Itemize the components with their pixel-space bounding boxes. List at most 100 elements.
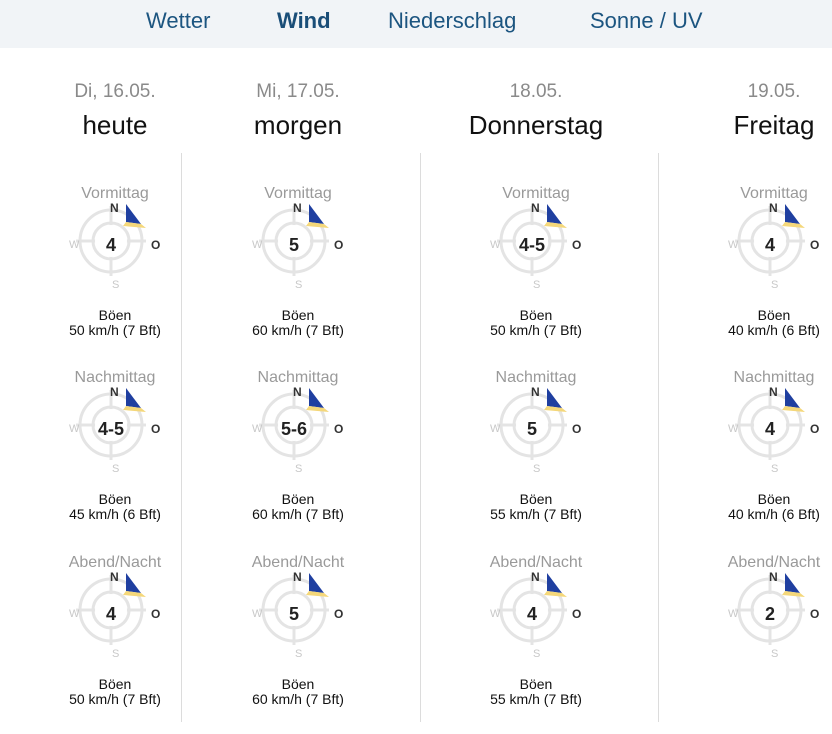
compass-north-label: N xyxy=(769,385,778,399)
day-date: 19.05. xyxy=(747,81,801,102)
period-forecast: Nachmittag N O W S 4 Böen 40 km/h (6 Bft… xyxy=(655,369,832,549)
gust-info: Böen 60 km/h (7 Bft) xyxy=(179,677,417,707)
compass-north-label: N xyxy=(110,570,119,584)
compass-east-label: O xyxy=(151,607,161,621)
compass-south-label: S xyxy=(771,463,779,475)
compass-north-label: N xyxy=(531,385,540,399)
compass-east-label: O xyxy=(151,238,161,252)
compass-north-label: N xyxy=(110,201,119,215)
wind-compass: N O W S 4 xyxy=(69,570,161,660)
compass-south-label: S xyxy=(112,279,120,291)
compass-north-label: N xyxy=(769,201,778,215)
gust-info: Böen 60 km/h (7 Bft) xyxy=(179,308,417,338)
gust-label: Böen xyxy=(757,491,791,507)
compass-south-label: S xyxy=(771,279,779,291)
gust-value: 40 km/h (6 Bft) xyxy=(728,322,820,338)
gust-label: Böen xyxy=(519,307,553,323)
wind-direction-arrow-icon xyxy=(782,573,805,597)
compass-east-label: O xyxy=(334,238,344,252)
gust-value: 60 km/h (7 Bft) xyxy=(252,691,344,707)
gust-value: 60 km/h (7 Bft) xyxy=(252,506,344,522)
compass-north-label: N xyxy=(110,385,119,399)
period-forecast: Vormittag N O W S 5 Böen 60 km/h (7 Bft) xyxy=(179,185,417,365)
wind-direction-arrow-icon xyxy=(782,204,805,228)
gust-value: 55 km/h (7 Bft) xyxy=(490,691,582,707)
compass-east-label: O xyxy=(810,238,820,252)
gust-label: Böen xyxy=(281,307,315,323)
day-name: Freitag xyxy=(733,110,815,140)
day-column: 19.05. Freitag Vormittag N O W S 4 Böen … xyxy=(655,48,832,722)
tab-wind[interactable]: Wind xyxy=(277,8,331,34)
gust-value: 55 km/h (7 Bft) xyxy=(490,506,582,522)
compass-east-label: O xyxy=(334,607,344,621)
compass-south-label: S xyxy=(112,463,120,475)
wind-direction-arrow-icon xyxy=(306,573,329,597)
wind-compass: N O W S 2 xyxy=(728,570,820,660)
wind-direction-arrow-icon xyxy=(544,204,567,228)
tab-bar: Wetter Wind Niederschlag Sonne / UV xyxy=(0,0,832,48)
compass-north-label: N xyxy=(531,201,540,215)
wind-compass: N O W S 5 xyxy=(252,570,344,660)
gust-value: 40 km/h (6 Bft) xyxy=(728,506,820,522)
wind-speed-bft: 4 xyxy=(526,604,537,624)
gust-label: Böen xyxy=(519,676,553,692)
wind-speed-bft: 5-6 xyxy=(280,419,307,439)
gust-info: Böen 55 km/h (7 Bft) xyxy=(417,492,655,522)
wind-direction-arrow-icon xyxy=(306,388,329,412)
wind-speed-bft: 4 xyxy=(105,604,116,624)
wind-direction-arrow-icon xyxy=(123,573,146,597)
day-name: morgen xyxy=(253,110,343,140)
compass-east-label: O xyxy=(810,422,820,436)
gust-value: 50 km/h (7 Bft) xyxy=(490,322,582,338)
day-column: Mi, 17.05. morgen Vormittag N O W S 5 Bö… xyxy=(179,48,417,722)
wind-speed-bft: 4-5 xyxy=(518,235,545,255)
period-forecast: Vormittag N O W S 4-5 Böen 50 km/h (7 Bf… xyxy=(417,185,655,365)
compass-east-label: O xyxy=(572,422,582,436)
wind-direction-arrow-icon xyxy=(123,388,146,412)
gust-info: Böen 50 km/h (7 Bft) xyxy=(417,308,655,338)
wind-compass: N O W S 5 xyxy=(490,385,582,475)
compass-north-label: N xyxy=(531,570,540,584)
compass-south-label: S xyxy=(771,648,779,660)
gust-info: Böen 55 km/h (7 Bft) xyxy=(417,677,655,707)
wind-direction-arrow-icon xyxy=(544,388,567,412)
compass-south-label: S xyxy=(533,279,541,291)
compass-east-label: O xyxy=(572,238,582,252)
period-forecast: Abend/Nacht N O W S 5 Böen 60 km/h (7 Bf… xyxy=(179,554,417,734)
gust-label: Böen xyxy=(281,491,315,507)
compass-east-label: O xyxy=(810,607,820,621)
gust-label: Böen xyxy=(519,491,553,507)
day-date: Mi, 17.05. xyxy=(256,81,340,102)
wind-compass: N O W S 4 xyxy=(69,201,161,291)
compass-south-label: S xyxy=(533,463,541,475)
compass-north-label: N xyxy=(293,385,302,399)
wind-compass: N O W S 5 xyxy=(252,201,344,291)
wind-direction-arrow-icon xyxy=(123,204,146,228)
period-forecast: Abend/Nacht N O W S 2 xyxy=(655,554,832,734)
day-date: 18.05. xyxy=(509,81,563,102)
wind-speed-bft: 5 xyxy=(288,604,299,624)
tab-niederschlag[interactable]: Niederschlag xyxy=(388,8,516,34)
compass-south-label: S xyxy=(295,279,303,291)
gust-info: Böen 40 km/h (6 Bft) xyxy=(655,308,832,338)
wind-compass: N O W S 4-5 xyxy=(490,201,582,291)
day-column: 18.05. Donnerstag Vormittag N O W S 4-5 … xyxy=(417,48,655,722)
compass-east-label: O xyxy=(151,422,161,436)
wind-direction-arrow-icon xyxy=(306,204,329,228)
day-name: Donnerstag xyxy=(468,110,604,140)
compass-south-label: S xyxy=(533,648,541,660)
compass-north-label: N xyxy=(293,570,302,584)
period-forecast: Abend/Nacht N O W S 4 Böen 55 km/h (7 Bf… xyxy=(417,554,655,734)
wind-speed-bft: 5 xyxy=(288,235,299,255)
compass-north-label: N xyxy=(293,201,302,215)
compass-south-label: S xyxy=(112,648,120,660)
compass-south-label: S xyxy=(295,463,303,475)
wind-direction-arrow-icon xyxy=(782,388,805,412)
compass-east-label: O xyxy=(572,607,582,621)
tab-wetter[interactable]: Wetter xyxy=(146,8,210,34)
wind-compass: N O W S 4 xyxy=(728,201,820,291)
period-forecast: Nachmittag N O W S 5 Böen 55 km/h (7 Bft… xyxy=(417,369,655,549)
wind-speed-bft: 4-5 xyxy=(97,419,124,439)
tab-sonne-uv[interactable]: Sonne / UV xyxy=(590,8,703,34)
wind-compass: N O W S 4 xyxy=(490,570,582,660)
